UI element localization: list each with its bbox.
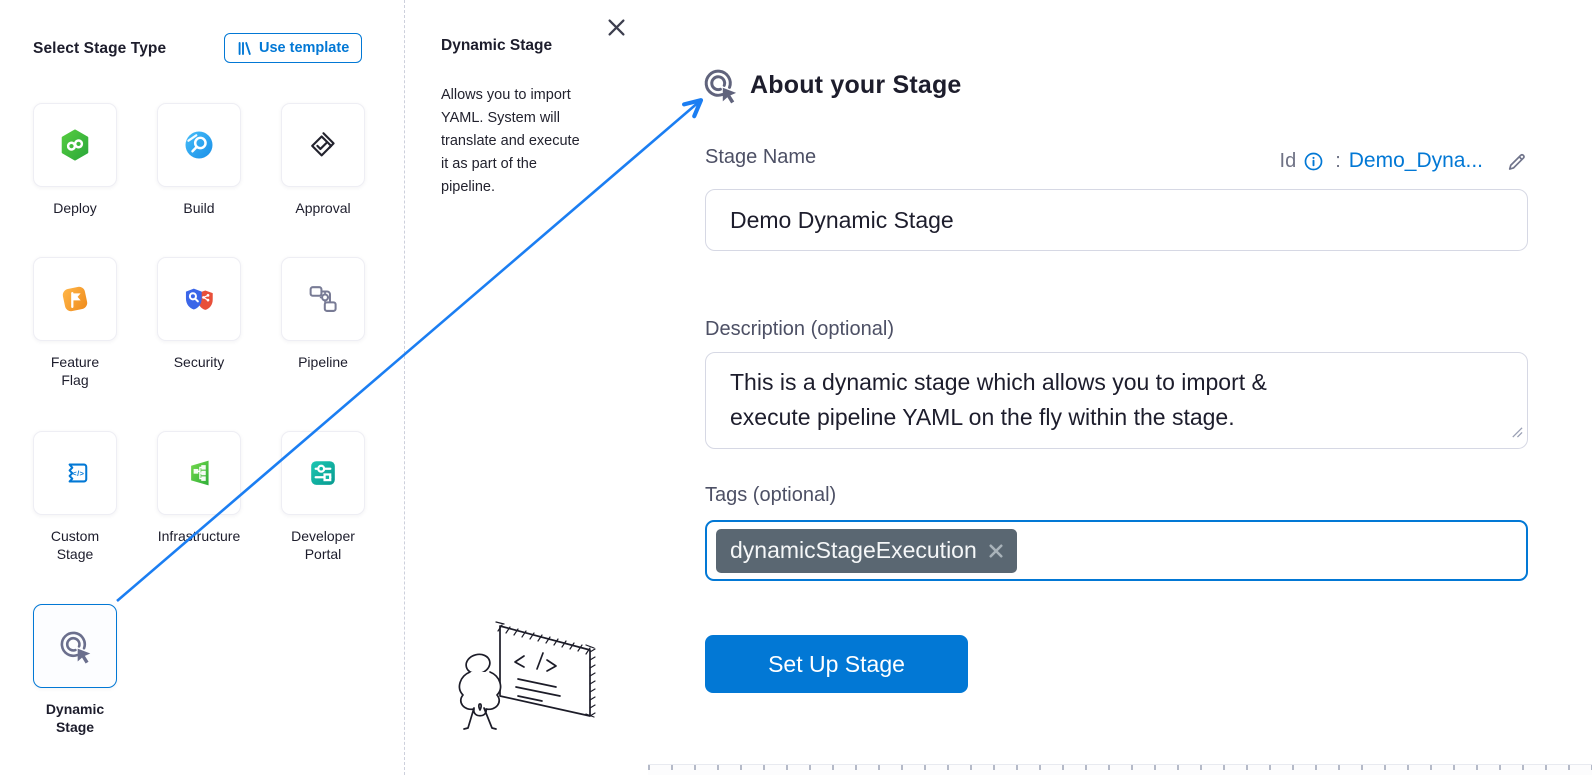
- tag-chip-label: dynamicStageExecution: [730, 537, 977, 564]
- stage-card-security[interactable]: [157, 257, 241, 341]
- stage-label-approval: Approval: [261, 200, 385, 218]
- stage-label-custom-stage: Custom Stage: [13, 528, 137, 563]
- stage-card-approval[interactable]: [281, 103, 365, 187]
- stage-label-build: Build: [137, 200, 261, 218]
- stage-card-custom-stage[interactable]: </>: [33, 431, 117, 515]
- dynamic-stage-icon: [701, 66, 740, 105]
- stage-label-security: Security: [137, 354, 261, 372]
- description-label: Description (optional): [705, 318, 894, 341]
- stage-name-input[interactable]: [705, 189, 1528, 251]
- stage-label-developer-portal: Developer Portal: [261, 528, 385, 563]
- stage-card-developer-portal[interactable]: [281, 431, 365, 515]
- approval-icon: [305, 127, 341, 163]
- stage-label-infrastructure: Infrastructure: [137, 528, 261, 546]
- id-separator: :: [1335, 150, 1341, 173]
- use-template-button[interactable]: Use template: [224, 33, 362, 63]
- custom-stage-icon: </>: [57, 455, 93, 491]
- id-label: Id: [1280, 150, 1297, 173]
- panel-divider: [404, 0, 405, 775]
- stage-id-value[interactable]: Demo_Dyna...: [1349, 149, 1483, 173]
- developer-portal-icon: [305, 455, 341, 491]
- description-textarea[interactable]: This is a dynamic stage which allows you…: [705, 352, 1528, 449]
- stage-card-dynamic-stage[interactable]: [33, 604, 117, 688]
- security-icon: [181, 281, 217, 317]
- deploy-icon: [57, 127, 93, 163]
- page-title: Select Stage Type: [33, 40, 166, 58]
- info-panel-description: Allows you to import YAML. System will t…: [441, 84, 631, 199]
- dynamic-stage-icon: [57, 628, 94, 665]
- feature-flag-icon: [57, 281, 93, 317]
- resize-handle-icon[interactable]: [1510, 425, 1523, 443]
- template-library-icon: [237, 41, 252, 56]
- tags-label: Tags (optional): [705, 484, 836, 507]
- stage-card-pipeline[interactable]: [281, 257, 365, 341]
- stage-card-deploy[interactable]: [33, 103, 117, 187]
- stage-name-label: Stage Name: [705, 146, 816, 169]
- infrastructure-icon: [181, 455, 217, 491]
- pencil-icon[interactable]: [1505, 150, 1528, 173]
- stage-card-infrastructure[interactable]: [157, 431, 241, 515]
- stage-label-pipeline: Pipeline: [261, 354, 385, 372]
- build-icon: [181, 127, 217, 163]
- tags-input[interactable]: dynamicStageExecution: [705, 520, 1528, 581]
- stage-id-row: Id : Demo_Dyna...: [1280, 149, 1528, 173]
- pipeline-icon: [305, 281, 341, 317]
- pipeline-canvas-grid: [648, 764, 1592, 775]
- tag-chip: dynamicStageExecution: [716, 529, 1017, 573]
- stage-label-dynamic-stage: Dynamic Stage: [13, 701, 137, 736]
- info-panel-title: Dynamic Stage: [441, 37, 552, 55]
- info-icon[interactable]: [1304, 152, 1323, 171]
- remove-tag-icon[interactable]: [989, 544, 1003, 558]
- person-at-whiteboard-sketch: [452, 612, 637, 752]
- about-panel-title: About your Stage: [750, 71, 962, 100]
- stage-label-feature-flag: Feature Flag: [13, 354, 137, 389]
- close-icon[interactable]: [602, 13, 630, 41]
- svg-text:</>: </>: [72, 469, 84, 478]
- stage-card-build[interactable]: [157, 103, 241, 187]
- stage-label-deploy: Deploy: [13, 200, 137, 218]
- set-up-stage-button[interactable]: Set Up Stage: [705, 635, 968, 693]
- use-template-label: Use template: [259, 40, 349, 56]
- stage-card-feature-flag[interactable]: [33, 257, 117, 341]
